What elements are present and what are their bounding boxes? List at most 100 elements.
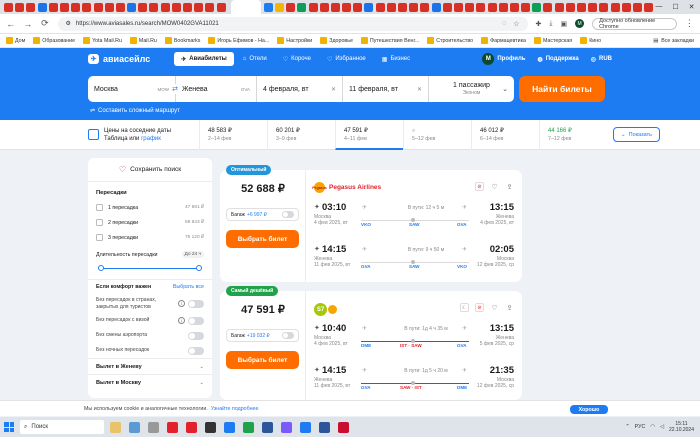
forward-icon[interactable]: → <box>23 19 32 29</box>
toggle-no-night[interactable]: Без ночных пересадок <box>88 343 212 358</box>
tab-flights[interactable]: ✈ Авиабилеты <box>174 52 234 66</box>
toggle-switch[interactable] <box>282 332 294 339</box>
tab-favicon[interactable] <box>342 2 352 12</box>
select-all-link[interactable]: Выбрать все <box>173 284 204 290</box>
calendar-cell[interactable]: 44 166 ₽7–12 фев <box>539 119 607 150</box>
tab-hotels[interactable]: ⌂ Отели <box>236 52 274 66</box>
windows-start-icon[interactable] <box>4 422 14 432</box>
language-indicator[interactable]: РУС <box>635 424 646 430</box>
tab-favicon[interactable] <box>59 2 69 12</box>
bookmark-item[interactable]: Образование <box>33 37 75 44</box>
tab-favicon[interactable] <box>149 2 159 12</box>
extension-icon[interactable]: ✚ <box>536 20 542 28</box>
chrome-update-button[interactable]: Доступно обновление Chrome <box>592 17 677 30</box>
tab-favicon[interactable] <box>183 2 192 12</box>
tab-favicon[interactable] <box>588 2 598 12</box>
toggle-same-airport[interactable]: Без смены аэропорта <box>88 328 212 343</box>
tab-favorites[interactable]: ♡ Избранное <box>320 52 373 66</box>
show-calendar-button[interactable]: ⌄ Показать <box>613 127 660 142</box>
bookmark-item[interactable]: Строительство <box>427 37 473 44</box>
baggage-toggle[interactable]: Багаж +19 032 ₽ <box>226 329 299 342</box>
toggle-closed-countries[interactable]: Без пересадок в странах, закрытых для ту… <box>88 294 212 313</box>
favorite-icon[interactable]: ♡ <box>490 182 499 191</box>
tab-favicon[interactable] <box>297 2 307 12</box>
graph-link[interactable]: график <box>141 136 161 142</box>
tab-short[interactable]: ♡ Короче <box>276 52 318 66</box>
tab-favicon[interactable] <box>465 2 475 12</box>
bookmark-item[interactable]: Кино <box>580 37 601 44</box>
tab-favicon[interactable] <box>205 2 215 12</box>
tab-favicon[interactable] <box>353 2 363 12</box>
tab-favicon[interactable] <box>171 2 181 12</box>
url-input[interactable]: ⚙ https://www.aviasales.ru/search/MOW040… <box>57 16 528 31</box>
clear-date-icon[interactable]: ✕ <box>417 86 422 93</box>
tab-favicon[interactable] <box>4 2 13 12</box>
tab-favicon[interactable] <box>308 2 318 12</box>
calendar-cell[interactable]: ⌕ 5–12 фев <box>403 119 471 150</box>
taskbar-app-icon[interactable] <box>167 421 178 433</box>
bookmark-item[interactable]: Mail.Ru <box>129 37 157 44</box>
taskbar-app-icon[interactable] <box>186 421 197 433</box>
tab-favicon[interactable] <box>93 2 103 12</box>
pin-icon[interactable]: ✦ <box>314 324 320 332</box>
tab-favicon[interactable] <box>509 2 519 12</box>
tab-favicon[interactable] <box>621 2 631 12</box>
profile-button[interactable]: M Профиль <box>482 53 525 65</box>
baggage-toggle[interactable]: Багаж +6 997 ₽ <box>226 208 299 221</box>
bookmark-item[interactable]: Путешествия Венг... <box>360 37 419 44</box>
toggle-switch[interactable] <box>188 331 204 340</box>
bookmark-item[interactable]: Дом <box>6 37 25 44</box>
tab-favicon[interactable] <box>37 2 47 12</box>
tab-favicon[interactable] <box>386 2 396 12</box>
tab-favicon[interactable] <box>286 2 296 12</box>
clear-date-icon[interactable]: ✕ <box>331 86 336 93</box>
select-ticket-button[interactable]: Выбрать билет <box>226 351 299 369</box>
tab-favicon[interactable] <box>330 2 340 12</box>
chevron-up-icon[interactable]: ⌃ <box>625 424 629 430</box>
bookmark-item[interactable]: Здоровье <box>320 37 353 44</box>
checkbox[interactable] <box>96 234 103 241</box>
slider-max-handle[interactable] <box>196 265 202 271</box>
maximize-icon[interactable]: ☐ <box>672 3 678 11</box>
pin-icon[interactable]: ✦ <box>314 203 320 211</box>
pin-icon[interactable]: ✦ <box>314 366 320 374</box>
browser-profile-avatar[interactable]: M <box>575 19 585 28</box>
tab-favicon[interactable] <box>577 2 586 12</box>
taskbar-app-icon[interactable] <box>300 421 311 433</box>
tab-favicon[interactable] <box>420 2 430 12</box>
tab-favicon[interactable] <box>453 2 463 12</box>
downloads-icon[interactable]: ⤓ <box>549 20 552 28</box>
cookie-more-link[interactable]: Узнайте подробнее <box>211 406 259 412</box>
calendar-cell[interactable]: 48 583 ₽2–14 фев <box>199 119 267 150</box>
site-logo[interactable]: ✈ авиасейлс <box>88 54 150 64</box>
transfer-checkbox-row[interactable]: 2 пересадки 59 843 ₽ <box>88 215 212 230</box>
tab-favicon[interactable] <box>532 2 542 12</box>
tab-favicon[interactable] <box>543 2 553 12</box>
tab-favicon[interactable] <box>15 2 25 12</box>
tab-favicon[interactable] <box>274 2 284 12</box>
tab-favicon[interactable] <box>565 2 575 12</box>
calendar-cell[interactable]: 47 591 ₽4–11 фев <box>335 119 403 150</box>
tab-favicon[interactable] <box>487 2 497 12</box>
all-bookmarks[interactable]: Все закладки <box>661 38 694 44</box>
tab-favicon[interactable] <box>71 2 81 12</box>
checkbox[interactable] <box>96 204 103 211</box>
eye-off-icon[interactable]: ◌ <box>502 20 506 28</box>
calendar-cell[interactable]: 60 201 ₽3–9 фев <box>267 119 335 150</box>
bookmark-item[interactable]: Yota Mail.Ru <box>83 37 122 44</box>
wifi-icon[interactable]: ◠ <box>650 424 655 430</box>
tab-favicon[interactable] <box>127 2 137 12</box>
tab-favicon[interactable] <box>160 2 170 12</box>
tab-favicon[interactable] <box>632 2 642 12</box>
toggle-switch[interactable] <box>188 316 204 325</box>
tab-favicons[interactable] <box>4 0 655 14</box>
menu-kebab-icon[interactable]: ⋮ <box>685 18 694 29</box>
tab-favicon[interactable] <box>319 2 329 12</box>
departure-moscow-accordion[interactable]: Вылет в Москву ⌄ <box>88 374 212 390</box>
tab-favicon[interactable] <box>104 2 114 12</box>
taskbar-app-icon[interactable] <box>224 421 235 433</box>
volume-icon[interactable]: ◁ <box>660 424 664 430</box>
passengers-field[interactable]: 1 пассажир Эконом ⌄ <box>429 76 514 102</box>
cookie-accept-button[interactable]: Хорошо <box>570 405 608 414</box>
return-date-field[interactable]: 11 февраля, вт ✕ <box>343 76 429 102</box>
